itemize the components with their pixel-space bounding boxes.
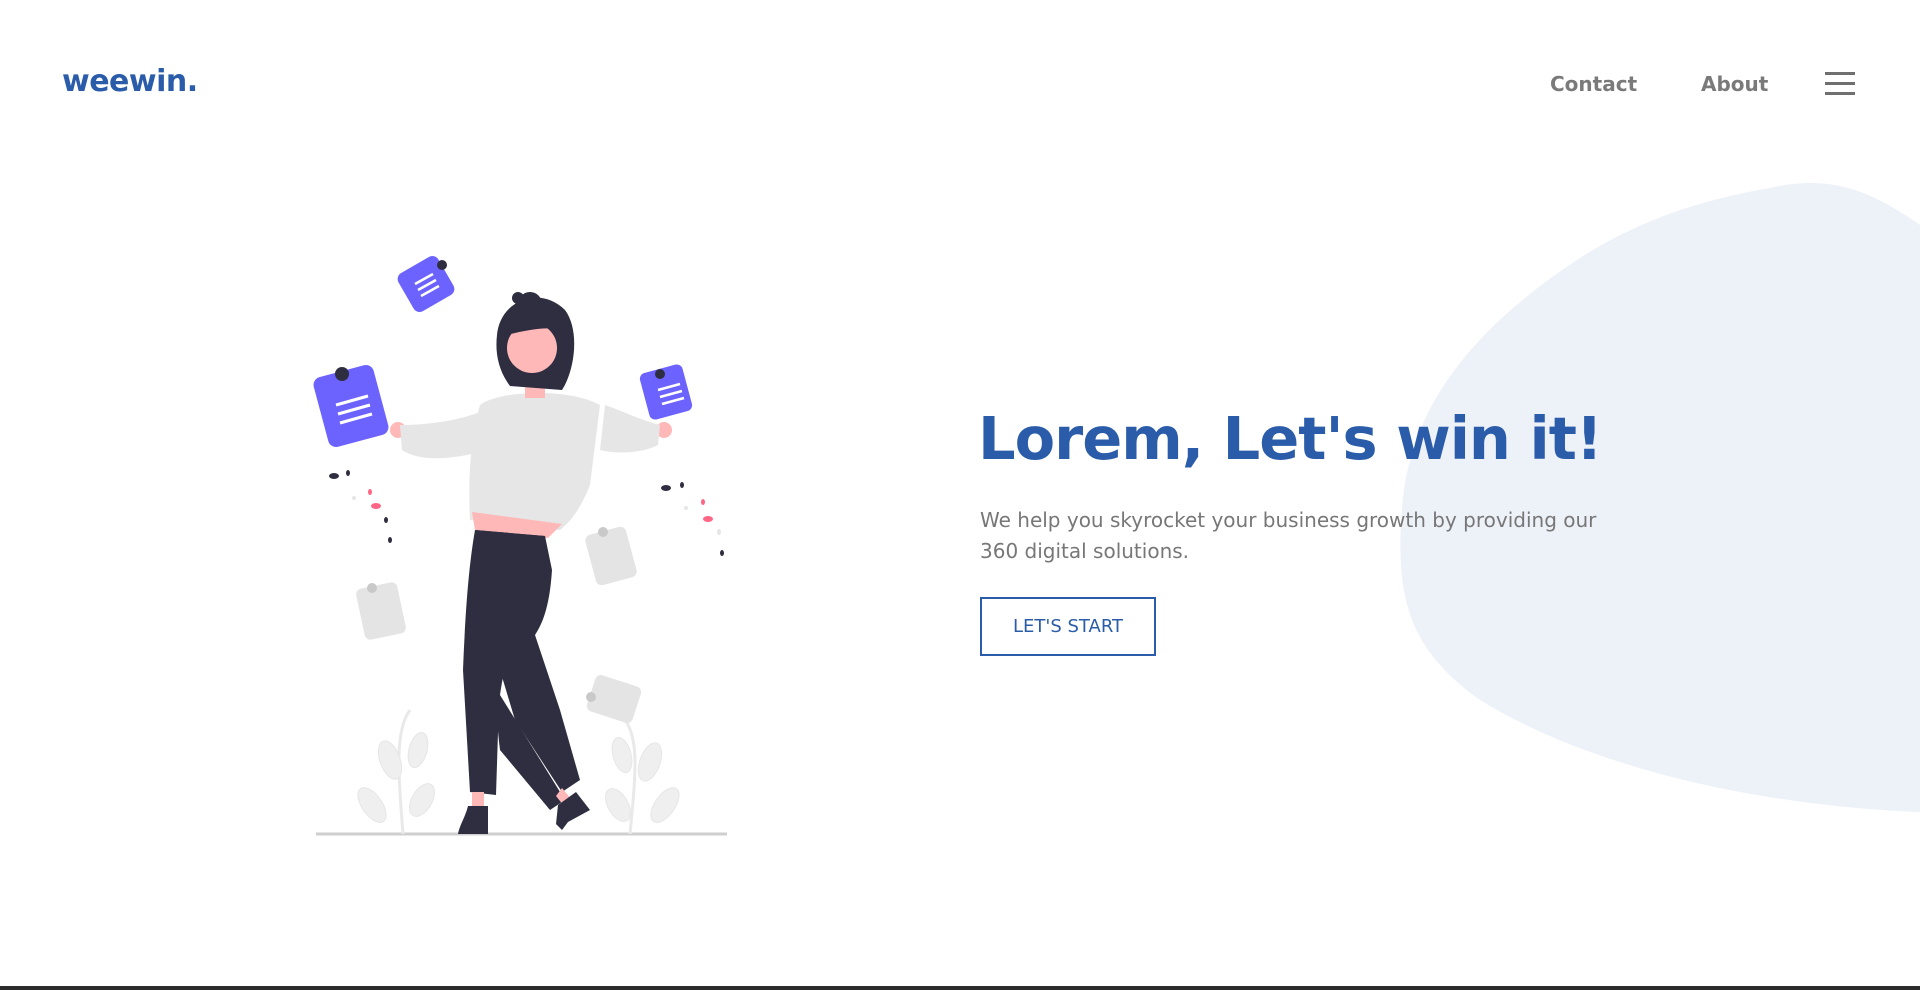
lets-start-button[interactable]: LET'S START [980,597,1156,656]
header: weewin. Contact About [0,0,1920,170]
hero-title: Lorem, Let's win it! [978,404,1603,473]
woman-juggling-documents-illustration [313,256,727,836]
bottom-divider [0,986,1920,990]
background-blob [1400,182,1920,812]
nav-contact-link[interactable]: Contact [1550,72,1637,96]
hero-subtitle: We help you skyrocket your business grow… [980,508,1597,563]
logo[interactable]: weewin. [62,64,198,99]
nav-about-link[interactable]: About [1701,72,1768,96]
hamburger-menu-icon[interactable] [1823,70,1859,98]
